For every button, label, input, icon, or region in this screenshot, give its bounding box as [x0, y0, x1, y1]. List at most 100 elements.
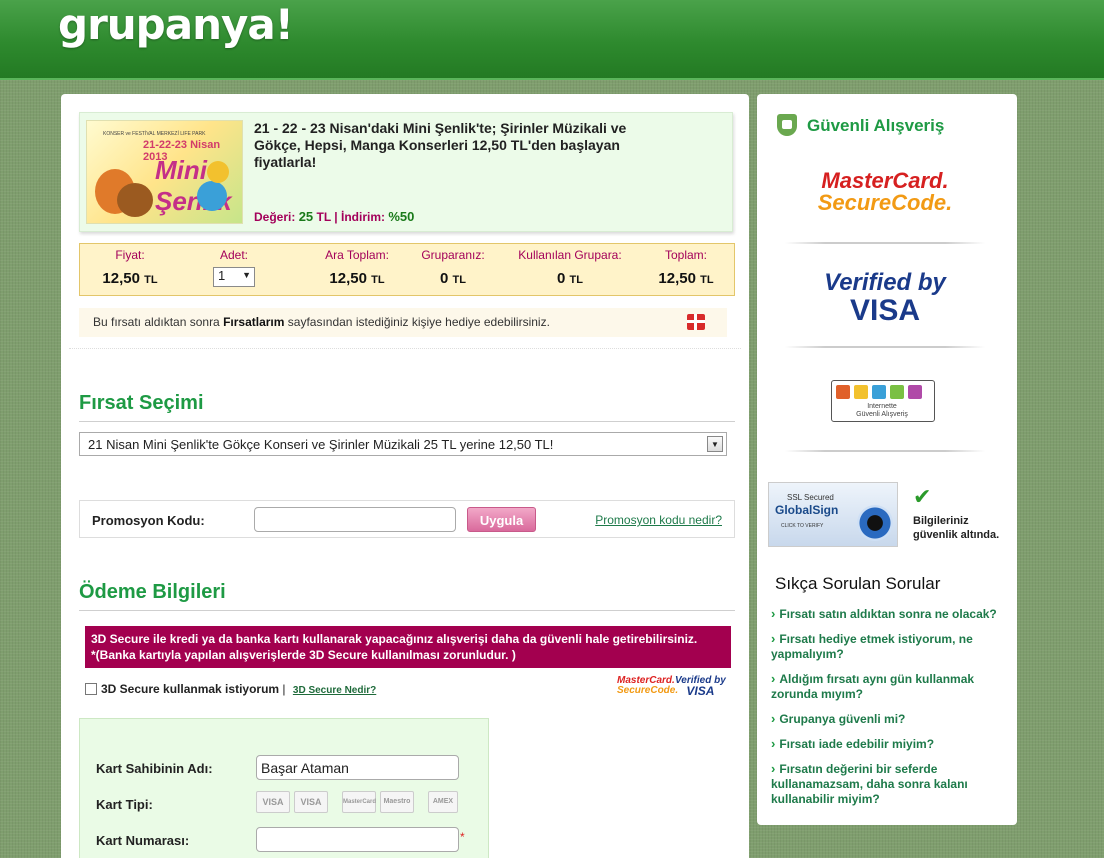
- amex-card-icon[interactable]: AMEX: [428, 791, 458, 813]
- mastercard-securecode-logo: MasterCard. SecureCode.: [617, 676, 678, 696]
- visa-line-1: Verified by: [824, 269, 946, 296]
- chevron-down-icon: ▼: [707, 436, 723, 452]
- used-grupara-value: 0: [557, 270, 566, 287]
- chevron-down-icon: ▼: [242, 270, 251, 280]
- gift-notice: Bu fırsatı aldıktan sonra Fırsatlarım sa…: [79, 308, 727, 337]
- price-col-kullanilan: Kullanılan Grupara: 0 TL: [508, 244, 632, 287]
- security-text: Bilgileriniz güvenlik altında.: [913, 515, 1000, 541]
- grupara-unit: TL: [452, 274, 466, 286]
- required-marker: *: [460, 830, 465, 844]
- gift-text-before: Bu fırsatı aldıktan sonra: [93, 315, 224, 329]
- price-col-grupara: Gruparanız: 0 TL: [408, 244, 498, 287]
- faq-item[interactable]: Aldığım fırsatı aynı gün kullanmak zorun…: [771, 671, 1003, 702]
- divider: [785, 450, 985, 452]
- faq-item[interactable]: Fırsatı iade edebilir miyim?: [771, 736, 1003, 752]
- mastercard-securecode-badge: MasterCard. SecureCode.: [785, 170, 985, 214]
- quantity-select[interactable]: 1 ▼: [213, 267, 255, 287]
- faq-item[interactable]: Fırsatın değerini bir seferde kullanamaz…: [771, 761, 1003, 807]
- verified-by-visa-badge: Verified by VISA: [785, 270, 985, 326]
- used-grupara-label: Kullanılan Grupara:: [518, 248, 622, 262]
- 3d-secure-checkbox[interactable]: [85, 683, 97, 695]
- visa-line-2: VISA: [849, 294, 921, 327]
- price-label: Fiyat:: [115, 248, 145, 262]
- deal-option-value: 21 Nisan Mini Şenlik'te Gökçe Konseri ve…: [88, 437, 554, 452]
- faq-item[interactable]: Fırsatı satın aldıktan sonra ne olacak?: [771, 606, 1003, 622]
- checkbox-separator: |: [282, 682, 286, 696]
- price-unit: TL: [144, 274, 158, 286]
- site-header: grupanya!: [0, 0, 1104, 80]
- deal-image-venue: KONSER ve FESTİVAL MERKEZİ LIFE PARK: [103, 131, 206, 137]
- checkout-panel: KONSER ve FESTİVAL MERKEZİ LIFE PARK 21-…: [61, 94, 749, 858]
- apply-promo-button[interactable]: Uygula: [467, 507, 536, 532]
- mastercard-line-1: MasterCard.: [821, 168, 949, 193]
- card-number-label: Kart Numarası:: [96, 833, 190, 848]
- value-label: Değeri:: [254, 210, 296, 224]
- gift-text-bold: Fırsatlarım: [223, 315, 285, 329]
- divider: [79, 421, 735, 422]
- globalsign-line-1: SSL Secured: [787, 493, 834, 502]
- faq-title: Sıkça Sorulan Sorular: [775, 574, 941, 593]
- shield-icon: [777, 114, 797, 136]
- quantity-value: 1: [218, 268, 226, 283]
- total-label: Toplam:: [664, 248, 708, 262]
- card-number-input[interactable]: [256, 827, 459, 852]
- discount-label: İndirim:: [341, 210, 385, 224]
- firsat-title: Fırsat Seçimi: [79, 392, 204, 414]
- divider: [785, 346, 985, 348]
- card-type-label: Kart Tipi:: [96, 797, 153, 812]
- mini-visa-line-2: VISA: [686, 684, 715, 698]
- price-table: Fiyat: 12,50 TL Adet: 1 ▼ Ara Toplam: 12,…: [79, 243, 735, 296]
- mini-mastercard-line-2: SecureCode.: [617, 685, 679, 696]
- card-form: Kart Sahibinin Adı: Başar Ataman Kart Ti…: [79, 718, 489, 858]
- total-unit: TL: [700, 274, 714, 286]
- mastercard-card-icon[interactable]: MasterCard: [342, 791, 376, 813]
- quantity-label: Adet:: [219, 248, 249, 262]
- sidebar: Güvenli Alışveriş MasterCard. SecureCode…: [757, 94, 1017, 825]
- site-logo[interactable]: grupanya!: [58, 0, 294, 49]
- 3d-secure-label[interactable]: 3D Secure kullanmak istiyorum: [101, 682, 279, 696]
- price-col-adet: Adet: 1 ▼: [188, 244, 280, 287]
- globalsign-line-3: CLICK TO VERIFY: [781, 523, 824, 529]
- eye-icon: [857, 505, 893, 541]
- deal-value: 25: [298, 209, 314, 224]
- promo-code-input[interactable]: [254, 507, 456, 532]
- subtotal-label: Ara Toplam:: [325, 248, 389, 262]
- verified-by-visa-logo: Verified by VISA: [675, 676, 726, 698]
- price-col-fiyat: Fiyat: 12,50 TL: [80, 244, 180, 287]
- price-value: 12,50: [102, 270, 140, 287]
- seal-line-2: Güvenli Alışveriş: [856, 411, 908, 418]
- deal-option-select[interactable]: 21 Nisan Mini Şenlik'te Gökçe Konseri ve…: [79, 432, 727, 456]
- globalsign-line-2: GlobalSign: [775, 503, 839, 517]
- grupara-label: Gruparanız:: [421, 248, 485, 262]
- mastercard-line-2: SecureCode.: [817, 190, 953, 215]
- faq-item[interactable]: Fırsatı hediye etmek istiyorum, ne yapma…: [771, 631, 1003, 662]
- seal-line-1: Internette: [867, 403, 897, 410]
- faq-item[interactable]: Grupanya güvenli mi?: [771, 711, 1003, 727]
- promo-help-link[interactable]: Promosyon kodu nedir?: [595, 513, 722, 527]
- deal-value-unit: TL: [316, 210, 331, 224]
- notice-line-2: *(Banka kartıyla yapılan alışverişlerde …: [91, 648, 516, 662]
- secure-shopping-title: Güvenli Alışveriş: [807, 116, 945, 135]
- deal-title: 21 - 22 - 23 Nisan'daki Mini Şenlik'te; …: [254, 120, 627, 170]
- total-value: 12,50: [658, 270, 696, 287]
- maestro-card-icon[interactable]: Maestro: [380, 791, 414, 813]
- card-holder-label: Kart Sahibinin Adı:: [96, 761, 213, 776]
- visa-card-icon[interactable]: VISA: [256, 791, 290, 813]
- deal-image-brand: Mini Şenlik: [155, 155, 232, 216]
- grupara-value: 0: [440, 270, 449, 287]
- used-grupara-unit: TL: [569, 274, 583, 286]
- deal-image: KONSER ve FESTİVAL MERKEZİ LIFE PARK 21-…: [86, 120, 243, 224]
- deal-summary: KONSER ve FESTİVAL MERKEZİ LIFE PARK 21-…: [79, 112, 733, 232]
- 3d-secure-help-link[interactable]: 3D Secure Nedir?: [293, 685, 376, 696]
- odeme-title: Ödeme Bilgileri: [79, 581, 226, 603]
- promo-row: Promosyon Kodu: Uygula Promosyon kodu ne…: [79, 500, 735, 538]
- card-holder-input[interactable]: Başar Ataman: [256, 755, 459, 780]
- globalsign-ssl-badge[interactable]: SSL Secured GlobalSign CLICK TO VERIFY: [768, 482, 898, 547]
- checkmark-icon: ✔: [913, 484, 932, 509]
- notice-line-1: 3D Secure ile kredi ya da banka kartı ku…: [91, 632, 698, 646]
- 3d-secure-notice: 3D Secure ile kredi ya da banka kartı ku…: [85, 626, 731, 668]
- price-col-ara-toplam: Ara Toplam: 12,50 TL: [302, 244, 412, 287]
- promo-label: Promosyon Kodu:: [92, 513, 205, 528]
- visa-electron-card-icon[interactable]: VISA: [294, 791, 328, 813]
- price-col-toplam: Toplam: 12,50 TL: [640, 244, 732, 287]
